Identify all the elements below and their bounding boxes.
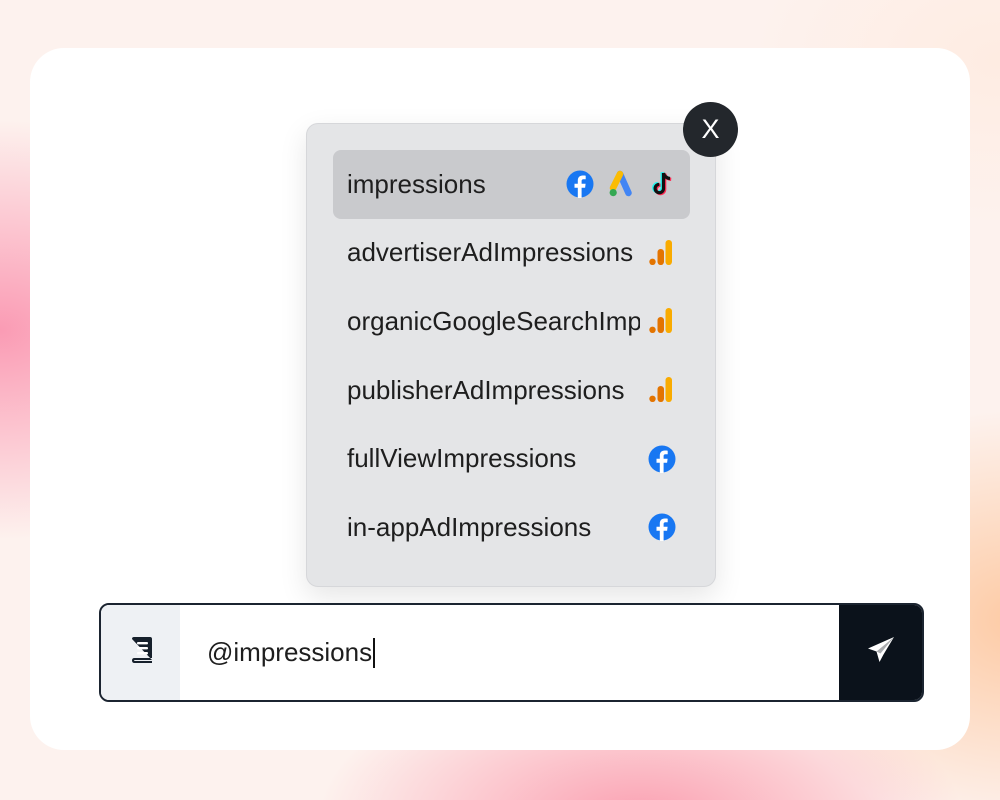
suggestion-label: fullViewImpressions <box>347 443 577 474</box>
suggestion-dropdown: impressions advertiserAdImpressions organi… <box>306 123 716 587</box>
source-icons <box>648 445 676 473</box>
close-button[interactable]: X <box>683 102 738 157</box>
suggestion-label: impressions <box>347 168 486 199</box>
suggestion-list: impressions advertiserAdImpressions organi… <box>333 150 690 562</box>
suggestion-item[interactable]: impressions <box>333 150 690 219</box>
source-icons <box>648 376 676 404</box>
suggestion-label: in-appAdImpressions <box>347 511 592 542</box>
suggestion-item[interactable]: fullViewImpressions <box>333 424 690 493</box>
source-icons <box>648 239 676 267</box>
text-caret <box>373 637 376 668</box>
suggestion-label: organicGoogleSearchImpressions <box>347 305 640 336</box>
google-analytics-icon <box>648 376 676 404</box>
source-icons <box>648 307 676 335</box>
source-icons <box>648 513 676 542</box>
tiktok-icon <box>648 170 676 198</box>
google-ads-icon <box>607 170 635 198</box>
book-icon <box>128 636 154 669</box>
suggestion-item[interactable]: in-appAdImpressions <box>333 493 690 562</box>
search-input-value: @impressions <box>207 637 373 667</box>
docs-button[interactable] <box>101 605 180 700</box>
message-input-bar: @impressions <box>99 603 924 702</box>
search-input[interactable]: @impressions <box>180 605 839 700</box>
send-button[interactable] <box>839 605 922 700</box>
suggestion-label: advertiserAdImpressions <box>347 237 634 268</box>
google-analytics-icon <box>648 239 676 267</box>
suggestion-item[interactable]: publisherAdImpressions <box>333 356 690 425</box>
suggestion-item[interactable]: advertiserAdImpressions <box>333 219 690 288</box>
paper-plane-icon <box>866 636 896 669</box>
google-analytics-icon <box>648 307 676 335</box>
facebook-icon <box>648 513 676 542</box>
suggestion-item[interactable]: organicGoogleSearchImpressions <box>333 287 690 356</box>
facebook-icon <box>648 445 676 473</box>
source-icons <box>566 170 676 199</box>
suggestion-label: publisherAdImpressions <box>347 374 625 405</box>
facebook-icon <box>566 170 594 199</box>
